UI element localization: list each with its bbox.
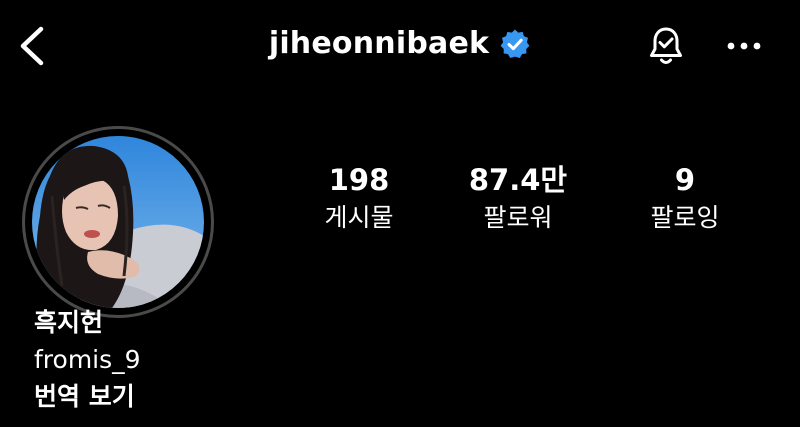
profile-header: jiheonnibaek bbox=[0, 0, 800, 92]
posts-count[interactable]: 198 게시물 bbox=[284, 162, 434, 236]
following-count[interactable]: 9 팔로잉 bbox=[610, 162, 760, 236]
following-count-label: 팔로잉 bbox=[650, 203, 720, 232]
notifications-button[interactable] bbox=[644, 22, 688, 70]
profile-username: jiheonnibaek bbox=[268, 26, 490, 61]
followers-count-value: 87.4만 bbox=[468, 163, 568, 197]
followers-count-label: 팔로워 bbox=[483, 203, 553, 232]
bell-check-icon bbox=[650, 27, 682, 64]
more-horizontal-icon bbox=[727, 42, 761, 50]
followers-count[interactable]: 87.4만 팔로워 bbox=[443, 162, 593, 236]
profile-bio: 흑지헌 fromis_9 번역 보기 bbox=[34, 304, 434, 415]
profile-avatar[interactable] bbox=[22, 126, 214, 318]
verified-badge-icon bbox=[499, 28, 531, 60]
more-options-button[interactable] bbox=[722, 28, 766, 64]
profile-stats: 198 게시물 87.4만 팔로워 9 팔로잉 bbox=[280, 162, 760, 242]
bio-text: fromis_9 bbox=[34, 345, 141, 374]
following-count-value: 9 bbox=[674, 163, 696, 197]
profile-display-name: 흑지헌 bbox=[34, 308, 104, 337]
posts-count-label: 게시물 bbox=[324, 203, 394, 232]
see-translation-link[interactable]: 번역 보기 bbox=[34, 378, 434, 415]
posts-count-value: 198 bbox=[328, 163, 390, 197]
avatar-photo bbox=[32, 136, 204, 308]
